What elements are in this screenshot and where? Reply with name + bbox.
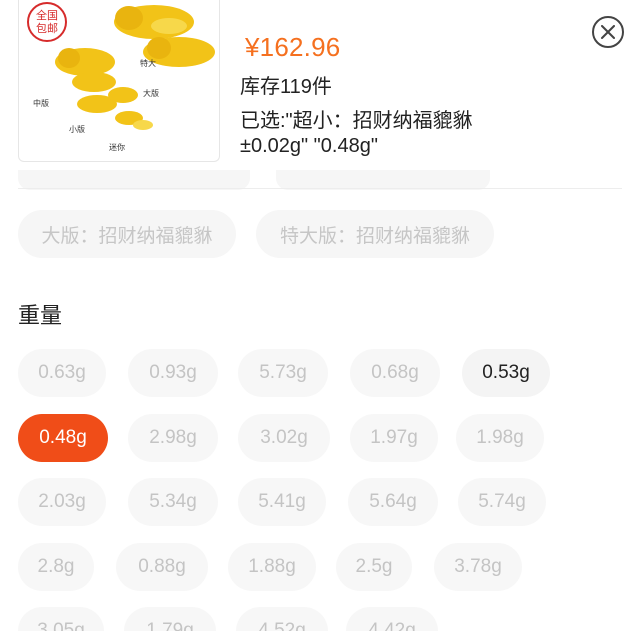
weight-option[interactable]: 2.5g <box>336 543 412 591</box>
weight-option[interactable]: 2.98g <box>128 414 218 462</box>
weight-option-selected[interactable]: 0.48g <box>18 414 108 462</box>
selected-summary-line1: 已选:"超小：招财纳福貔貅 <box>240 110 473 132</box>
scrolled-style-chip <box>18 170 250 190</box>
weight-option[interactable]: 1.79g <box>124 607 216 631</box>
close-icon <box>601 25 615 39</box>
weight-option[interactable]: 2.03g <box>18 478 106 526</box>
weight-option[interactable]: 5.34g <box>128 478 218 526</box>
weight-option[interactable]: 3.78g <box>434 543 522 591</box>
weight-option[interactable]: 0.53g <box>462 349 550 397</box>
svg-text:大版: 大版 <box>143 88 159 98</box>
weight-option[interactable]: 3.02g <box>238 414 330 462</box>
svg-text:包邮: 包邮 <box>36 22 58 35</box>
scrolled-style-chip <box>276 170 490 190</box>
gold-pixiu-illustration: 全国 包邮 特大 大版 中版 小版 迷你 <box>27 2 215 152</box>
style-option-large[interactable]: 大版：招财纳福貔貅 <box>18 210 236 258</box>
weight-option[interactable]: 1.97g <box>350 414 438 462</box>
price: ¥162.96 <box>245 32 341 62</box>
weight-option[interactable]: 2.8g <box>18 543 94 591</box>
selected-summary-line2: ±0.02g" "0.48g" <box>240 135 378 157</box>
svg-text:迷你: 迷你 <box>109 142 125 152</box>
weight-option[interactable]: 4.52g <box>236 607 328 631</box>
style-option-extra-large[interactable]: 特大版：招财纳福貔貅 <box>256 210 494 258</box>
weight-section-title: 重量 <box>18 303 63 328</box>
weight-option[interactable]: 5.64g <box>348 478 438 526</box>
weight-option[interactable]: 4.42g <box>346 607 438 631</box>
sku-selector-sheet: 全国 包邮 特大 大版 中版 小版 迷你 ¥162.96 库存119件 已选:"… <box>0 0 640 631</box>
svg-text:小版: 小版 <box>69 124 85 134</box>
svg-text:特大: 特大 <box>140 58 156 68</box>
weight-option[interactable]: 3.05g <box>18 607 104 631</box>
weight-option[interactable]: 0.68g <box>350 349 440 397</box>
close-button[interactable] <box>592 16 624 48</box>
weight-option[interactable]: 0.63g <box>18 349 106 397</box>
stock-count: 库存119件 <box>240 76 332 98</box>
weight-option[interactable]: 5.41g <box>238 478 326 526</box>
divider <box>18 188 622 189</box>
weight-option[interactable]: 5.74g <box>458 478 546 526</box>
weight-option[interactable]: 5.73g <box>238 349 328 397</box>
weight-option[interactable]: 1.98g <box>456 414 544 462</box>
svg-text:中版: 中版 <box>33 98 49 108</box>
weight-option[interactable]: 1.88g <box>228 543 316 591</box>
svg-text:全国: 全国 <box>36 8 58 22</box>
product-image: 全国 包邮 特大 大版 中版 小版 迷你 <box>18 0 220 162</box>
weight-option[interactable]: 0.88g <box>116 543 208 591</box>
weight-option[interactable]: 0.93g <box>128 349 218 397</box>
